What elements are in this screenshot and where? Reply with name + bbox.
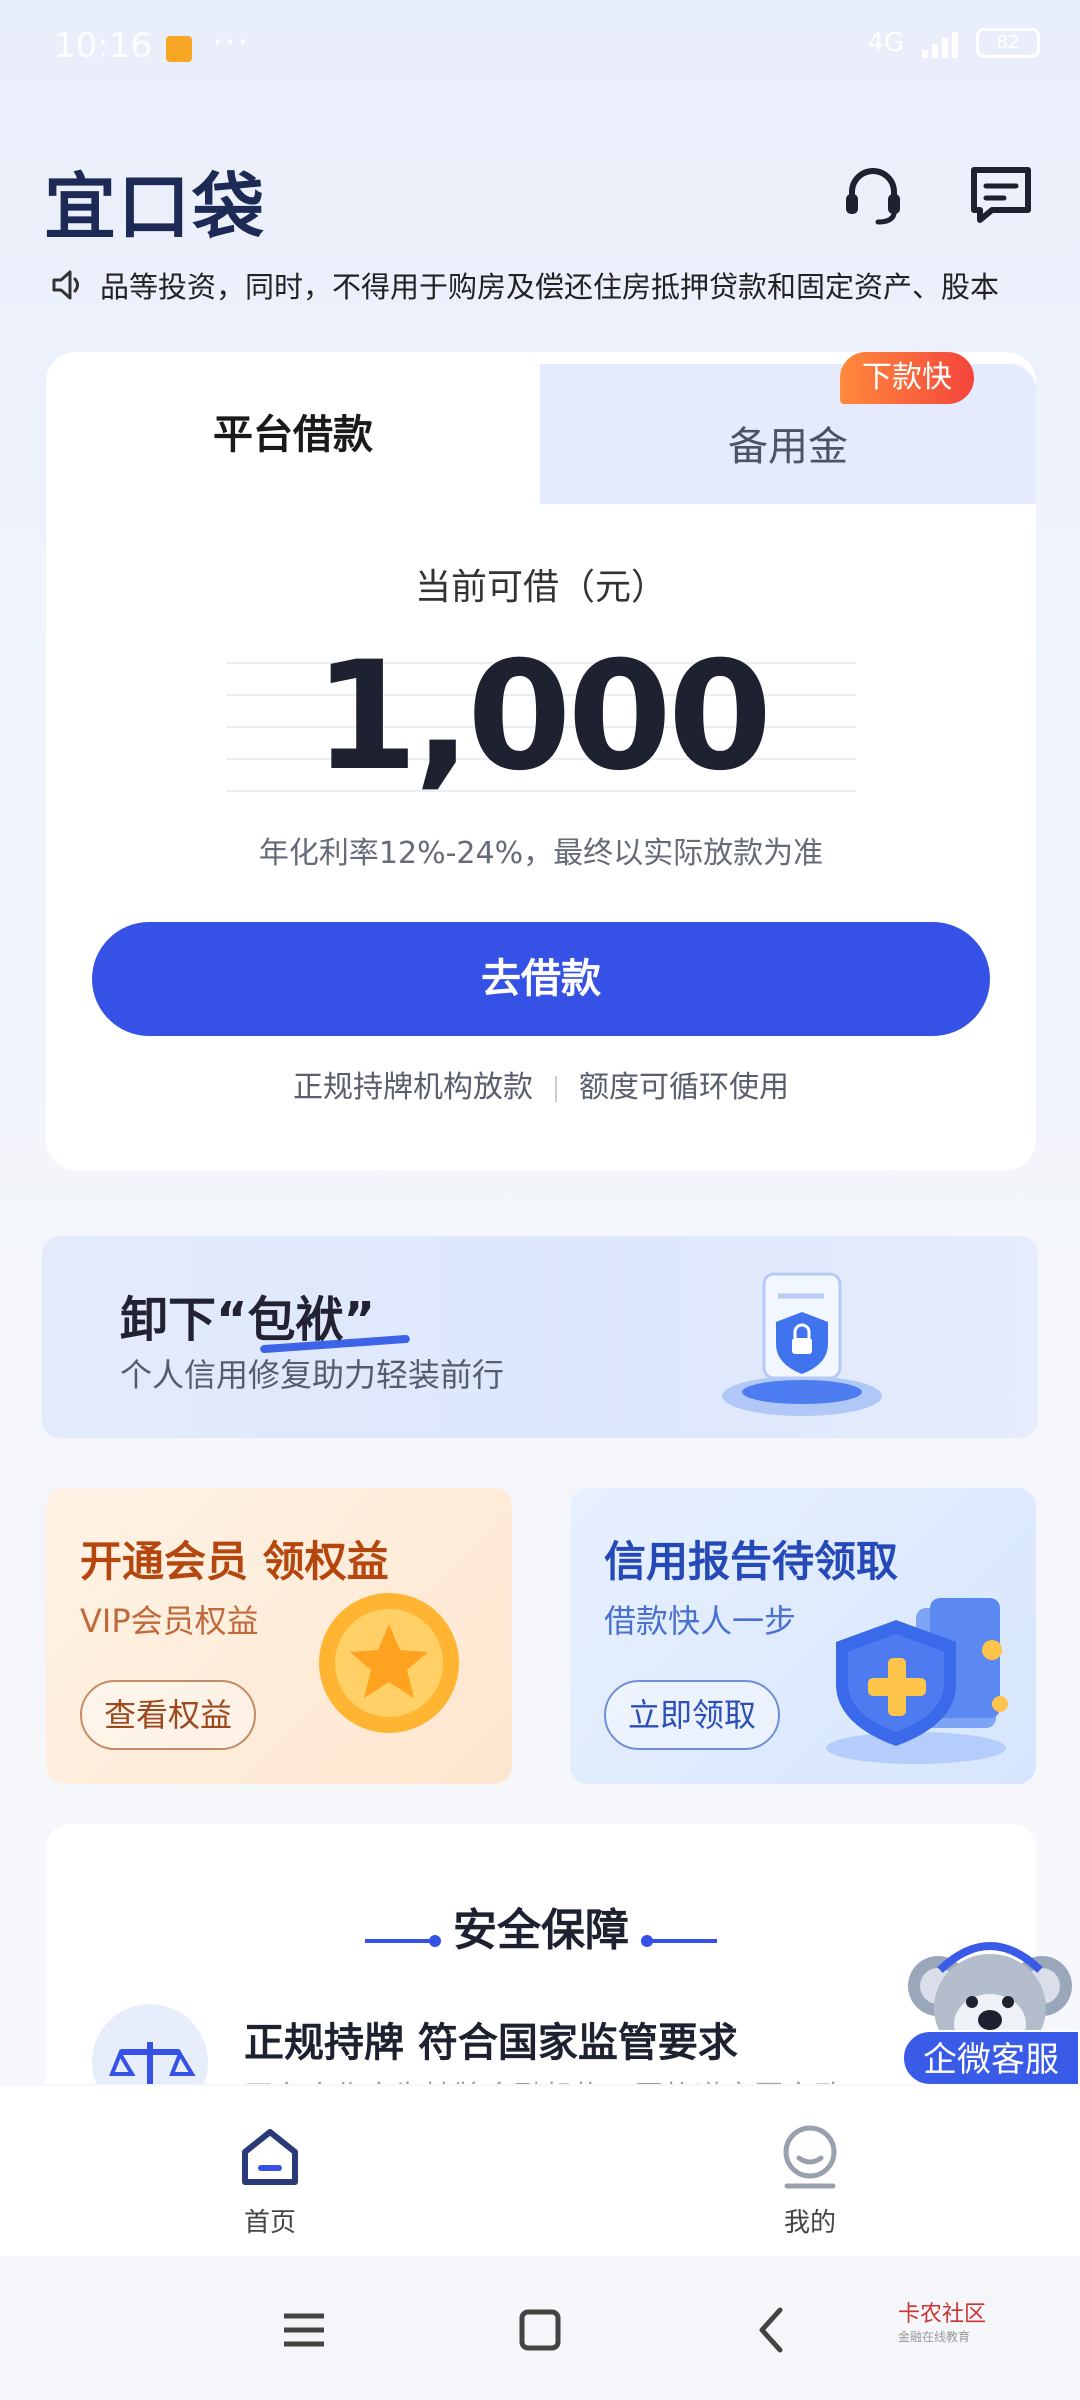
security-section: 安全保障 正规持牌 符合国家监管要求 平台合作方为持牌金融机构，严格遵守国家政 xyxy=(46,1824,1036,2084)
message-icon[interactable] xyxy=(966,160,1036,230)
battery-icon: 82 xyxy=(976,28,1040,58)
notice-bar[interactable]: 品等投资，同时，不得用于购房及偿还住房抵押贷款和固定资产、股本 xyxy=(50,262,1040,308)
vip-promo-subtitle: VIP会员权益 xyxy=(80,1602,259,1640)
feature-revolving: 额度可循环使用 xyxy=(579,1070,789,1105)
borrow-button[interactable]: 去借款 xyxy=(92,922,990,1036)
banner-title: 卸下“包袱” xyxy=(120,1292,376,1348)
security-title-row: 安全保障 xyxy=(46,1894,1036,1958)
tab-platform-loan-label[interactable]: 平台借款 xyxy=(46,402,540,460)
watermark: 卡农社区 金融在线教育 xyxy=(898,2296,986,2345)
watermark-subtitle: 金融在线教育 xyxy=(898,2330,971,2344)
watermark-title: 卡农社区 xyxy=(898,2302,987,2327)
available-label: 当前可借（元） xyxy=(414,567,667,608)
nav-mine-label: 我的 xyxy=(783,2208,836,2238)
headset-icon[interactable] xyxy=(838,160,908,230)
view-benefits-button[interactable]: 查看权益 xyxy=(80,1680,257,1750)
signal-icon xyxy=(922,28,958,58)
available-amount: 1,000 xyxy=(313,630,772,804)
bottom-navigation: 首页 我的 xyxy=(0,2086,1080,2256)
status-indicators: 4G 82 xyxy=(867,28,1040,58)
vip-promo-title: 开通会员 领权益 xyxy=(80,1537,389,1586)
security-heading: 正规持牌 符合国家监管要求 xyxy=(244,2020,738,2066)
security-description: 平台合作方为持牌金融机构，严格遵守国家政 xyxy=(244,2072,844,2084)
security-shield-illustration xyxy=(722,1272,882,1416)
more-notifications-icon: ··· xyxy=(212,22,251,62)
tab-reserve-label[interactable]: 备用金 xyxy=(540,414,1036,472)
vip-promo-card[interactable]: 开通会员 领权益 VIP会员权益 查看权益 xyxy=(46,1488,512,1784)
home-square-icon[interactable] xyxy=(512,2302,568,2358)
app-logo: 宜口袋 xyxy=(44,165,267,249)
status-bar: 10:16 ··· 4G 82 xyxy=(0,0,1080,100)
star-coin-icon xyxy=(319,1593,459,1733)
credit-repair-banner[interactable]: 卸下“包袱” 个人信用修复助力轻装前行 xyxy=(42,1236,1038,1438)
menu-icon[interactable] xyxy=(276,2302,332,2358)
credit-report-card[interactable]: 信用报告待领取 借款快人一步 立即领取 xyxy=(570,1488,1036,1784)
speaker-icon xyxy=(52,270,79,300)
nav-mine[interactable]: 我的 xyxy=(730,2122,890,2239)
security-title: 安全保障 xyxy=(453,1905,629,1956)
nav-home-label: 首页 xyxy=(243,2208,296,2238)
notification-icon xyxy=(166,36,192,62)
fast-badge: 下款快 xyxy=(840,352,974,404)
scale-icon xyxy=(92,2004,208,2084)
claim-now-button[interactable]: 立即领取 xyxy=(604,1680,781,1750)
rate-text: 年化利率12%-24%，最终以实际放款为准 xyxy=(258,836,824,871)
wecom-service-button[interactable]: 企微客服 xyxy=(902,2030,1080,2086)
loan-card: 平台借款 备用金 下款快 当前可借（元） 1,000 年化利率12%-24%，最… xyxy=(46,352,1036,1170)
feature-divider xyxy=(555,1075,557,1102)
title-decoration-left xyxy=(365,1934,441,1947)
status-time: 10:16 xyxy=(54,26,152,66)
profile-icon xyxy=(783,2125,837,2189)
loan-features: 正规持牌机构放款 额度可循环使用 xyxy=(46,1062,1036,1106)
banner-subtitle: 个人信用修复助力轻装前行 xyxy=(120,1356,505,1394)
credit-report-subtitle: 借款快人一步 xyxy=(604,1602,797,1640)
back-icon[interactable] xyxy=(744,2302,800,2358)
shield-plus-icon xyxy=(826,1598,1008,1764)
title-decoration-right xyxy=(641,1934,717,1947)
home-icon xyxy=(242,2129,298,2185)
feature-licensed: 正规持牌机构放款 xyxy=(293,1070,533,1105)
system-navigation-bar: 卡农社区 金融在线教育 xyxy=(0,2256,1080,2400)
nav-home[interactable]: 首页 xyxy=(190,2122,350,2239)
notice-text: 品等投资，同时，不得用于购房及偿还住房抵押贷款和固定资产、股本 xyxy=(100,270,1000,304)
network-label: 4G xyxy=(867,28,904,58)
